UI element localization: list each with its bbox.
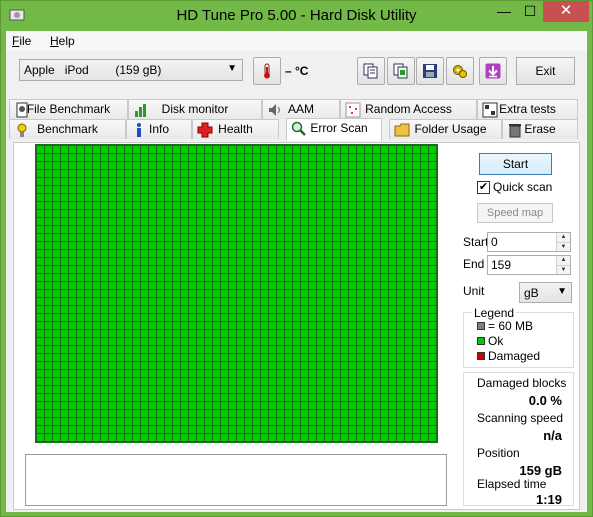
scan-block-map bbox=[35, 144, 438, 443]
options-icon bbox=[453, 65, 467, 78]
exit-button[interactable]: Exit bbox=[516, 57, 575, 85]
legend-item-ok: Ok bbox=[477, 334, 503, 348]
drive-select[interactable]: Apple iPod (159 gB) ▼ bbox=[19, 59, 243, 81]
spin-down-icon[interactable]: ▼ bbox=[556, 242, 570, 251]
legend-title: Legend bbox=[472, 306, 517, 320]
tab-error-scan[interactable]: Error Scan bbox=[286, 118, 382, 141]
copy-screenshot-button[interactable] bbox=[387, 57, 415, 85]
client-area: File Help Apple iPod (159 gB) ▼ – °C Exi… bbox=[6, 31, 587, 512]
menu-bar: File Help bbox=[6, 31, 587, 51]
end-field-label: End bbox=[463, 257, 485, 271]
tab-file-benchmark[interactable]: File Benchmark bbox=[9, 99, 128, 119]
tab-random-access[interactable]: Random Access bbox=[340, 99, 477, 119]
tab-folder-usage[interactable]: Folder Usage bbox=[389, 119, 502, 139]
copy-info-button[interactable] bbox=[357, 57, 385, 85]
download-button[interactable] bbox=[479, 57, 507, 85]
title-bar[interactable]: HD Tune Pro 5.00 - Hard Disk Utility — ☐… bbox=[1, 1, 592, 31]
damaged-blocks-label: Damaged blocks bbox=[477, 376, 567, 390]
scanning-speed-label: Scanning speed bbox=[477, 411, 564, 425]
unit-label: Unit bbox=[463, 284, 485, 298]
copy-info-icon bbox=[363, 63, 378, 79]
scanning-speed-value: n/a bbox=[543, 428, 562, 443]
chevron-down-icon: ▼ bbox=[227, 63, 237, 74]
position-value: 159 gB bbox=[519, 463, 562, 478]
green-swatch-icon bbox=[477, 337, 485, 345]
tab-info[interactable]: Info bbox=[126, 119, 192, 139]
position-label: Position bbox=[477, 446, 520, 460]
tab-benchmark[interactable]: Benchmark bbox=[9, 119, 126, 139]
copy-screenshot-icon bbox=[393, 63, 408, 79]
menu-help[interactable]: Help bbox=[50, 34, 75, 48]
spin-up-icon[interactable]: ▲ bbox=[556, 233, 570, 242]
damaged-blocks-value: 0.0 % bbox=[528, 393, 562, 408]
toolbar: Apple iPod (159 gB) ▼ – °C Exit bbox=[6, 51, 587, 97]
tab-disk-monitor[interactable]: Disk monitor bbox=[128, 99, 262, 119]
unit-select[interactable]: gB ▼ bbox=[519, 282, 572, 303]
elapsed-time-value: 1:19 bbox=[535, 492, 562, 507]
legend-item-damaged: Damaged bbox=[477, 349, 540, 363]
spin-up-icon[interactable]: ▲ bbox=[556, 256, 570, 265]
spin-down-icon[interactable]: ▼ bbox=[556, 265, 570, 274]
tab-health[interactable]: Health bbox=[192, 119, 279, 139]
end-field[interactable]: 159 ▲ ▼ bbox=[487, 255, 571, 275]
tab-extra-tests[interactable]: Extra tests bbox=[477, 99, 578, 119]
close-button[interactable]: ✕ bbox=[543, 1, 589, 22]
download-icon bbox=[485, 63, 501, 79]
red-swatch-icon bbox=[477, 352, 485, 360]
gray-swatch-icon bbox=[477, 322, 485, 330]
tab-erase[interactable]: Erase bbox=[502, 119, 578, 139]
error-scan-panel: Start ✔ Quick scan Speed map Start 0 ▲ ▼… bbox=[13, 142, 580, 510]
elapsed-time-label: Elapsed time bbox=[477, 477, 547, 491]
quick-scan-checkbox[interactable]: ✔ bbox=[477, 181, 490, 194]
save-icon bbox=[423, 64, 437, 78]
thermometer-icon bbox=[264, 63, 270, 79]
tab-aam[interactable]: AAM bbox=[262, 99, 340, 119]
menu-file[interactable]: File bbox=[12, 34, 31, 48]
temperature-button[interactable] bbox=[253, 57, 281, 85]
app-window: HD Tune Pro 5.00 - Hard Disk Utility — ☐… bbox=[0, 0, 593, 517]
start-field-label: Start bbox=[463, 235, 489, 249]
minimize-button[interactable]: — bbox=[491, 1, 517, 22]
options-button[interactable] bbox=[446, 57, 474, 85]
speed-map-button[interactable]: Speed map bbox=[477, 203, 553, 223]
maximize-button[interactable]: ☐ bbox=[517, 1, 543, 22]
save-button[interactable] bbox=[416, 57, 444, 85]
start-field[interactable]: 0 ▲ ▼ bbox=[487, 232, 571, 252]
quick-scan-label[interactable]: Quick scan bbox=[493, 180, 552, 194]
temperature-readout: – °C bbox=[285, 64, 309, 78]
legend-item-block-size: = 60 MB bbox=[477, 319, 533, 333]
scan-log-box[interactable] bbox=[25, 454, 447, 506]
start-scan-button[interactable]: Start bbox=[479, 153, 552, 175]
tab-strip: File Benchmark Disk monitor AAM Random A… bbox=[6, 99, 587, 143]
chevron-down-icon: ▼ bbox=[557, 286, 567, 297]
